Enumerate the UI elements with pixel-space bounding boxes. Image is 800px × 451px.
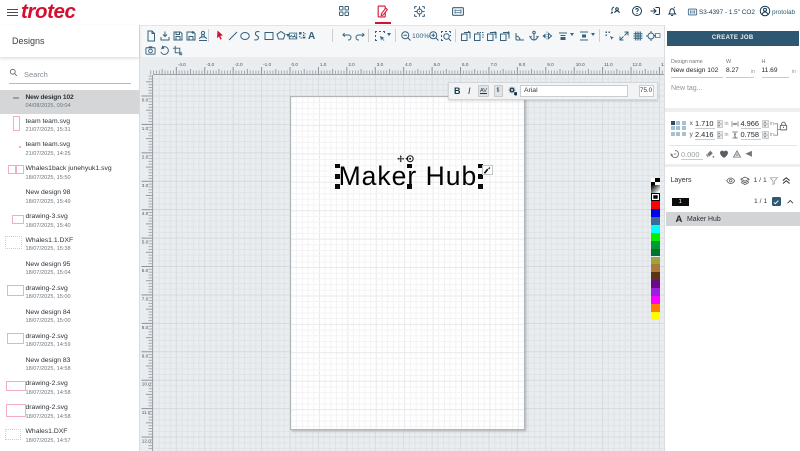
svg-text:3.0: 3.0 — [142, 183, 149, 188]
svg-text:12.0: 12.0 — [633, 62, 642, 67]
svg-text:8.0: 8.0 — [519, 62, 526, 67]
svg-text:6.0: 6.0 — [142, 268, 149, 273]
svg-text:-3.0: -3.0 — [206, 62, 214, 67]
svg-text:10.0: 10.0 — [576, 62, 585, 67]
svg-text:6.0: 6.0 — [462, 62, 469, 67]
svg-text:-2.0: -2.0 — [235, 62, 243, 67]
svg-text:8.0: 8.0 — [142, 325, 149, 330]
svg-text:1.0: 1.0 — [320, 62, 327, 67]
svg-text:5.0: 5.0 — [142, 240, 149, 245]
svg-text:0.0: 0.0 — [142, 98, 149, 103]
svg-text:3.0: 3.0 — [377, 62, 384, 67]
svg-text:9.0: 9.0 — [547, 62, 554, 67]
svg-text:0.0: 0.0 — [292, 62, 299, 67]
svg-text:4.0: 4.0 — [405, 62, 412, 67]
svg-text:11.0: 11.0 — [604, 62, 613, 67]
svg-text:2.0: 2.0 — [142, 154, 149, 159]
svg-text:7.0: 7.0 — [142, 296, 149, 301]
svg-text:-4.0: -4.0 — [178, 62, 186, 67]
svg-text:9.0: 9.0 — [142, 353, 149, 358]
svg-text:1.0: 1.0 — [142, 126, 149, 131]
svg-text:2.0: 2.0 — [348, 62, 355, 67]
svg-text:5.0: 5.0 — [434, 62, 441, 67]
svg-text:-1.0: -1.0 — [263, 62, 271, 67]
svg-text:4.0: 4.0 — [142, 211, 149, 216]
svg-text:7.0: 7.0 — [490, 62, 497, 67]
